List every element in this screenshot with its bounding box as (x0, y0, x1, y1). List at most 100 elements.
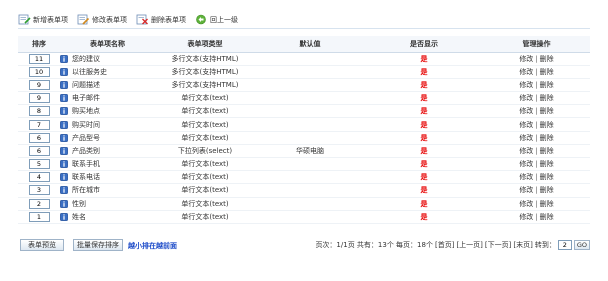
form-item-default (255, 170, 365, 185)
delete-link[interactable]: 删除 (540, 107, 554, 115)
form-item-name: 联系电话 (72, 173, 100, 182)
form-item-show-status: 是 (365, 170, 483, 185)
edit-link[interactable]: 修改 (519, 94, 533, 102)
op-separator: | (535, 186, 538, 195)
form-item-default (255, 78, 365, 93)
form-item-name: 性别 (72, 199, 86, 208)
sort-order-input[interactable] (28, 185, 50, 196)
form-item-show-status: 是 (365, 210, 483, 224)
edit-form-item-button[interactable]: 修改表单项 (77, 14, 127, 25)
edit-link[interactable]: 修改 (519, 81, 533, 89)
edit-link[interactable]: 修改 (519, 173, 533, 181)
edit-link[interactable]: 修改 (519, 107, 533, 115)
sort-order-input[interactable] (28, 66, 50, 77)
form-items-table: 排序 表单项名称 表单项类型 默认值 是否显示 管理操作 您的建议多行文本(支持… (18, 36, 590, 224)
sort-order-input[interactable] (28, 79, 50, 90)
sort-order-input[interactable] (28, 172, 50, 183)
sort-order-input[interactable] (28, 132, 50, 143)
delete-link[interactable]: 删除 (540, 134, 554, 142)
last-page-link[interactable]: [末页] (513, 240, 532, 250)
form-item-default (255, 104, 365, 119)
next-page-link[interactable]: [下一页] (485, 240, 511, 250)
delete-link[interactable]: 删除 (540, 186, 554, 194)
sort-order-input[interactable] (28, 53, 50, 64)
info-icon (60, 160, 68, 169)
sort-order-input[interactable] (28, 198, 50, 209)
delete-form-icon (136, 14, 148, 25)
batch-save-sort-button[interactable]: 批量保存排序 (73, 239, 123, 251)
edit-link[interactable]: 修改 (519, 147, 533, 155)
delete-link[interactable]: 删除 (540, 68, 554, 76)
op-separator: | (535, 173, 538, 182)
form-item-type: 单行文本(text) (155, 183, 255, 198)
edit-link[interactable]: 修改 (519, 134, 533, 142)
op-separator: | (535, 80, 538, 89)
info-icon (60, 107, 68, 116)
delete-link[interactable]: 删除 (540, 213, 554, 221)
table-row: 姓名单行文本(text)是修改|删除 (18, 210, 590, 224)
form-item-name: 以往服务史 (72, 67, 107, 76)
row-operations: 修改 | 删除 (483, 210, 590, 224)
delete-form-item-button[interactable]: 删除表单项 (136, 14, 186, 25)
form-item-type: 单行文本(text) (155, 91, 255, 106)
form-item-name: 联系手机 (72, 160, 100, 169)
sort-order-input[interactable] (28, 119, 50, 130)
edit-link[interactable]: 修改 (519, 55, 533, 63)
edit-link[interactable]: 修改 (519, 121, 533, 129)
edit-link[interactable]: 修改 (519, 160, 533, 168)
form-item-type: 单行文本(text) (155, 170, 255, 185)
sort-order-input[interactable] (28, 93, 50, 104)
delete-link[interactable]: 删除 (540, 173, 554, 181)
op-separator: | (535, 94, 538, 103)
edit-link[interactable]: 修改 (519, 68, 533, 76)
sort-order-input[interactable] (28, 159, 50, 170)
form-item-show-status: 是 (365, 91, 483, 106)
row-operations: 修改 | 删除 (483, 170, 590, 185)
go-button[interactable]: GO (573, 240, 590, 250)
delete-link[interactable]: 删除 (540, 200, 554, 208)
form-item-show-status: 是 (365, 52, 483, 66)
op-separator: | (535, 212, 538, 221)
form-item-name: 产品类别 (72, 146, 100, 155)
delete-link[interactable]: 删除 (540, 94, 554, 102)
add-form-item-button[interactable]: 新增表单项 (18, 14, 68, 25)
row-operations: 修改 | 删除 (483, 157, 590, 172)
table-row: 电子邮件单行文本(text)是修改|删除 (18, 91, 590, 106)
form-item-default (255, 197, 365, 211)
sort-order-input[interactable] (28, 145, 50, 156)
edit-link[interactable]: 修改 (519, 213, 533, 221)
delete-link[interactable]: 删除 (540, 81, 554, 89)
edit-link[interactable]: 修改 (519, 186, 533, 194)
info-icon (60, 120, 68, 129)
info-icon (60, 199, 68, 208)
edit-link[interactable]: 修改 (519, 200, 533, 208)
sort-order-input[interactable] (28, 211, 50, 222)
jump-page-input[interactable] (557, 240, 572, 250)
form-item-show-status: 是 (365, 104, 483, 119)
delete-link[interactable]: 删除 (540, 121, 554, 129)
back-up-button[interactable]: 回上一级 (195, 14, 238, 25)
add-form-icon (18, 14, 31, 25)
delete-link[interactable]: 删除 (540, 147, 554, 155)
table-row: 购买时间单行文本(text)是修改|删除 (18, 117, 590, 132)
header-default: 默认值 (255, 36, 365, 53)
form-item-show-status: 是 (365, 144, 483, 159)
form-item-default (255, 183, 365, 198)
first-page-link[interactable]: [首页] (435, 240, 454, 250)
table-row: 产品型号单行文本(text)是修改|删除 (18, 131, 590, 145)
info-icon (60, 212, 68, 221)
row-operations: 修改 | 删除 (483, 65, 590, 79)
form-preview-button[interactable]: 表单预览 (20, 239, 64, 251)
prev-page-link[interactable]: [上一页] (456, 240, 482, 250)
delete-link[interactable]: 删除 (540, 160, 554, 168)
op-separator: | (535, 120, 538, 129)
table-row: 联系电话单行文本(text)是修改|删除 (18, 170, 590, 185)
op-separator: | (535, 107, 538, 116)
info-icon (60, 133, 68, 142)
form-item-type: 单行文本(text) (155, 197, 255, 211)
delete-link[interactable]: 删除 (540, 55, 554, 63)
page-info: 页次：1/1页 共有：13个 每页：18个 (315, 241, 433, 249)
delete-form-item-label: 删除表单项 (151, 15, 186, 24)
sort-order-input[interactable] (28, 106, 50, 117)
header-show: 是否显示 (365, 36, 483, 53)
